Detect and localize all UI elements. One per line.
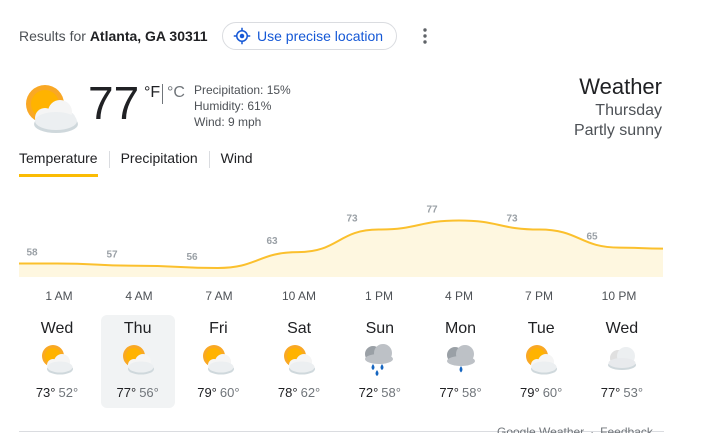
x-tick-label: 10 AM xyxy=(282,289,316,303)
day-name: Sat xyxy=(287,320,312,337)
footer: Google Weather · Feedback xyxy=(497,425,653,433)
unit-divider xyxy=(162,84,163,104)
day-name: Fri xyxy=(209,320,228,337)
high-temp: 73° xyxy=(35,385,56,400)
low-temp: 58° xyxy=(462,385,482,400)
weather-title: Weather xyxy=(579,74,662,99)
day-temps: 77° 53° xyxy=(585,385,659,400)
partly-cloudy-icon xyxy=(26,85,78,133)
rain-icon xyxy=(446,345,475,373)
partly-cloudy-icon xyxy=(42,345,73,375)
unit-fahrenheit: °F xyxy=(144,84,161,101)
partly-cloudy-icon xyxy=(203,345,235,375)
partly-cloudy-icon xyxy=(122,345,154,375)
data-label: 56 xyxy=(186,252,198,263)
day-name: Mon xyxy=(444,320,477,337)
day-card-fri[interactable]: Fri 79° 60° xyxy=(181,315,255,408)
precise-location-label: Use precise location xyxy=(257,28,384,44)
day-name: Thu xyxy=(123,320,152,337)
day-card-wed[interactable]: Wed 77° 53° xyxy=(585,315,659,408)
day-name: Sun xyxy=(365,320,395,337)
day-card-tue[interactable]: Tue 79° 60° xyxy=(504,315,578,408)
cloudy-icon xyxy=(607,347,636,370)
tab-divider xyxy=(208,151,210,168)
tab-precipitation[interactable]: Precipitation xyxy=(121,150,198,174)
tab-divider xyxy=(108,151,110,168)
current-temperature: 77 xyxy=(88,77,140,129)
low-temp: 56° xyxy=(139,385,159,400)
high-temp: 77° xyxy=(600,385,621,400)
more-options-button[interactable] xyxy=(415,22,435,50)
high-temp: 78° xyxy=(277,385,298,400)
high-temp: 79° xyxy=(197,385,217,400)
partly-cloudy-icon xyxy=(526,345,558,375)
low-temp: 60° xyxy=(219,385,240,400)
x-tick-label: 4 PM xyxy=(445,289,473,303)
humidity-text: Humidity: 61% xyxy=(194,99,272,113)
x-tick-label: 7 AM xyxy=(205,289,232,303)
day-temps: 79° 60° xyxy=(181,385,255,400)
day-card-sun[interactable]: Sun 72° 58° xyxy=(343,315,417,408)
x-tick-label: 1 PM xyxy=(365,289,393,303)
data-label: 77 xyxy=(426,205,438,216)
wind-text: Wind: 9 mph xyxy=(194,115,262,129)
data-label: 57 xyxy=(106,250,118,261)
day-temps: 77° 56° xyxy=(101,385,175,400)
day-temps: 73° 52° xyxy=(20,385,94,400)
high-temp: 72° xyxy=(358,385,379,400)
footer-separator: · xyxy=(590,425,595,433)
data-label: 73 xyxy=(506,214,518,225)
day-temps: 77° 58° xyxy=(424,385,498,400)
precipitation-text: Precipitation: 15% xyxy=(194,83,291,97)
tab-wind[interactable]: Wind xyxy=(221,150,253,174)
temperature-chart[interactable]: 58 57 56 63 73 77 73 65 1 AM 4 AM 7 AM 10 AM 1 PM 4 P… xyxy=(19,195,663,305)
weather-tabs: Temperature Precipitation Wind xyxy=(19,150,253,180)
day-temps: 78° 62° xyxy=(262,385,336,400)
showers-icon xyxy=(364,344,393,376)
x-tick-label: 1 AM xyxy=(45,289,72,303)
low-temp: 62° xyxy=(300,385,321,400)
weather-day: Thursday xyxy=(595,102,662,119)
results-for: Results for Atlanta, GA 30311 xyxy=(19,22,208,50)
location-target-icon xyxy=(233,27,251,45)
low-temp: 53° xyxy=(623,385,644,400)
day-temps: 72° 58° xyxy=(343,385,417,400)
day-card-wed[interactable]: Wed 73° 52° xyxy=(20,315,94,408)
data-label: 58 xyxy=(26,247,38,258)
x-tick-label: 7 PM xyxy=(525,289,553,303)
day-name: Wed xyxy=(605,320,639,337)
data-label: 65 xyxy=(586,232,598,243)
x-tick-label: 10 PM xyxy=(602,289,637,303)
partly-cloudy-icon xyxy=(284,345,316,375)
more-vert-icon xyxy=(423,28,427,44)
day-name: Wed xyxy=(40,320,74,337)
high-temp: 77° xyxy=(439,385,459,400)
tab-temperature[interactable]: Temperature xyxy=(19,150,98,177)
daily-forecast: Wed 73° 52° Thu 77° 56° Fri 79° 60° Sat 78° 62° Sun 7… xyxy=(18,315,664,408)
day-card-mon[interactable]: Mon 77° 58° xyxy=(424,315,498,408)
location-name: Atlanta, GA 30311 xyxy=(89,28,208,44)
unit-celsius-button[interactable]: °C xyxy=(167,84,185,102)
results-text: Results for Atlanta, GA 30311 xyxy=(19,28,208,44)
results-prefix: Results for xyxy=(19,28,90,44)
low-temp: 60° xyxy=(542,385,563,400)
use-precise-location-button[interactable]: Use precise location xyxy=(222,22,397,50)
weather-details: Precipitation: 15% Humidity: 61% Wind: 9… xyxy=(194,82,291,130)
low-temp: 58° xyxy=(381,385,401,400)
high-temp: 79° xyxy=(520,385,540,400)
low-temp: 52° xyxy=(58,385,79,400)
day-temps: 79° 60° xyxy=(504,385,578,400)
feedback-link[interactable]: Feedback xyxy=(600,425,653,433)
day-name: Tue xyxy=(527,320,555,337)
day-card-thu[interactable]: Thu 77° 56° xyxy=(100,315,175,408)
data-label: 63 xyxy=(266,236,278,247)
data-label: 73 xyxy=(346,214,358,225)
high-temp: 77° xyxy=(116,385,137,400)
google-weather-link[interactable]: Google Weather xyxy=(497,425,584,433)
weather-condition: Partly sunny xyxy=(573,122,662,139)
day-card-sat[interactable]: Sat 78° 62° xyxy=(262,315,336,408)
x-tick-label: 4 AM xyxy=(125,289,152,303)
